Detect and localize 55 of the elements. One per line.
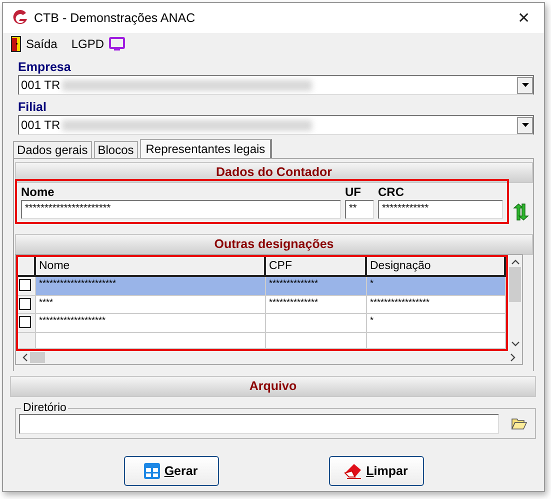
input-field[interactable]	[19, 414, 499, 434]
company-dropdown[interactable]: 001 TR	[18, 75, 534, 95]
scroll-thumb[interactable]	[30, 352, 45, 362]
eraser-icon	[344, 463, 362, 479]
checkbox[interactable]	[19, 316, 31, 328]
table-row[interactable]: **** ************** *****************	[18, 296, 506, 314]
table-row[interactable]: ********************** ************** *	[18, 277, 506, 296]
grid-icon	[144, 463, 160, 479]
scroll-down-icon[interactable]	[510, 340, 520, 346]
tab[interactable]: Blocos	[94, 141, 138, 158]
dropdown-button[interactable]	[517, 76, 533, 94]
input-field[interactable]: ************	[378, 200, 503, 219]
section-header: Arquivo	[10, 376, 536, 397]
table-cell: **************	[269, 296, 318, 306]
scroll-right-icon[interactable]	[510, 352, 516, 362]
monitor-icon	[109, 37, 126, 51]
scroll-left-icon[interactable]	[22, 352, 28, 362]
scroll-thumb[interactable]	[509, 267, 521, 302]
field-label: Empresa	[18, 60, 72, 74]
caret-icon	[522, 123, 528, 127]
tab[interactable]: Dados gerais	[13, 141, 92, 158]
table-cell: *	[370, 315, 374, 325]
logo-icon	[12, 10, 28, 26]
field-label: UF	[345, 185, 362, 199]
input-field[interactable]: **	[345, 200, 374, 219]
table-cell: **********************	[39, 278, 116, 288]
company-dropdown[interactable]: 001 TR	[18, 115, 534, 135]
field-label: CRC	[378, 185, 405, 199]
dropdown-button[interactable]	[517, 116, 533, 134]
section-header: Dados do Contador	[15, 162, 533, 183]
door-icon	[11, 36, 21, 52]
checkbox[interactable]	[19, 279, 31, 291]
caret-icon	[522, 83, 528, 87]
toolbar-button[interactable]: Saída	[11, 36, 58, 52]
scroll-up-icon[interactable]	[510, 259, 520, 265]
close-button[interactable]: ✕	[504, 3, 544, 33]
action-button[interactable]: Gerar	[124, 456, 218, 486]
table-cell: *	[370, 278, 374, 288]
toolbar-button[interactable]: LGPD	[71, 37, 126, 51]
group-label: Diretório	[22, 402, 68, 414]
table-cell: **************	[269, 278, 318, 288]
section-header: Outras designações	[15, 234, 533, 255]
table-cell: *******************	[39, 315, 106, 325]
field-label: Nome	[21, 185, 56, 199]
tab[interactable]: Representantes legais	[140, 139, 272, 158]
folder-icon[interactable]	[511, 418, 527, 430]
action-button[interactable]: Limpar	[328, 456, 424, 486]
field-label: Filial	[18, 100, 48, 114]
window-title: CTB - Demonstrações ANAC	[34, 11, 196, 25]
table-cell: ****	[39, 296, 54, 306]
input-field[interactable]: **********************	[21, 200, 341, 219]
checkbox[interactable]	[19, 298, 31, 310]
table-row[interactable]: ******************* *	[18, 314, 506, 332]
table-cell: *****************	[370, 296, 430, 306]
refresh-icon[interactable]	[513, 203, 529, 221]
